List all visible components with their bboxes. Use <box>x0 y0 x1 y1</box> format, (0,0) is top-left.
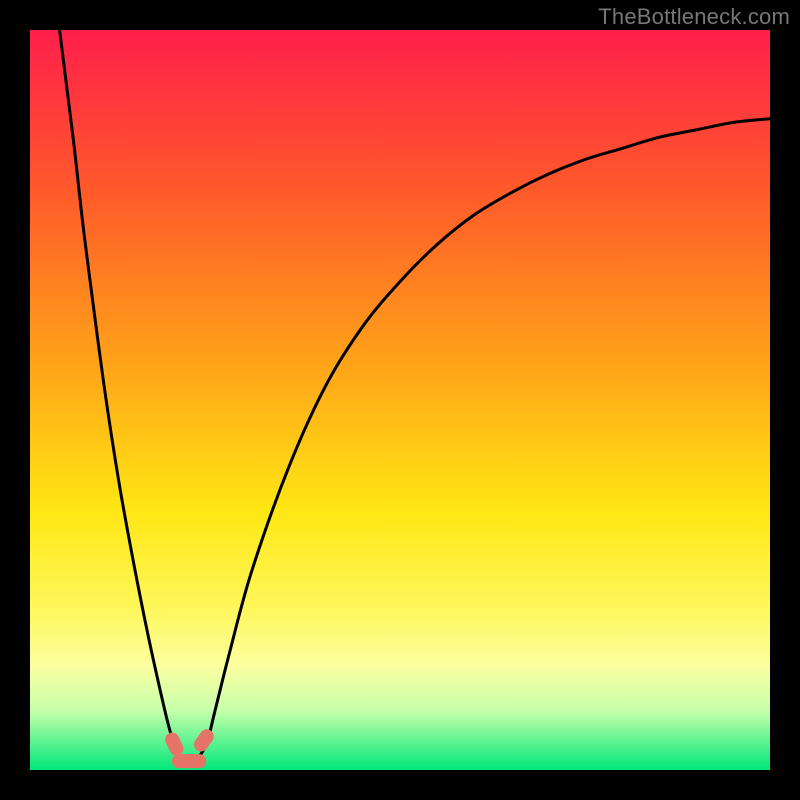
plot-area <box>30 30 770 770</box>
gradient-background <box>30 30 770 770</box>
watermark-text: TheBottleneck.com <box>598 4 790 30</box>
chart-frame: TheBottleneck.com <box>0 0 800 800</box>
marker-trough-mid-b <box>182 754 206 768</box>
bottleneck-chart <box>30 30 770 770</box>
